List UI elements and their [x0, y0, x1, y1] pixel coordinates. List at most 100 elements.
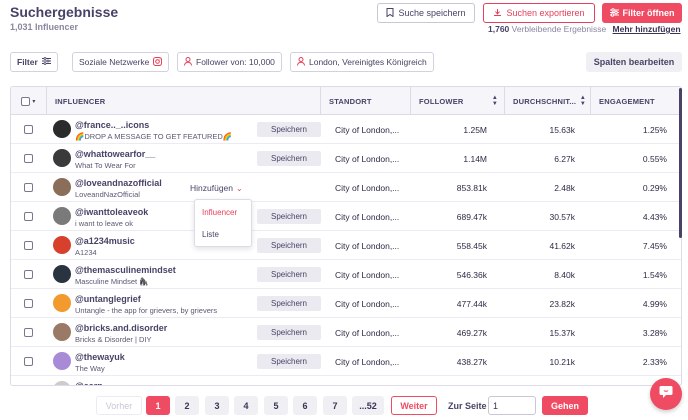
column-average[interactable]: DURCHSCHNIT... ▲ ▼: [505, 87, 591, 115]
avatar: [53, 294, 71, 312]
page-button-7[interactable]: 7: [323, 396, 347, 415]
column-engagement[interactable]: ENGAGEMENT: [591, 87, 681, 115]
table-row[interactable]: @a1234music A1234 Speichern City of London,…: [11, 231, 681, 260]
page-button-6[interactable]: 6: [293, 396, 317, 415]
column-followers[interactable]: FOLLOWER ▲ ▼: [411, 87, 505, 115]
chevron-down-icon: ⌄: [236, 183, 243, 193]
influencer-handle[interactable]: @iwanttoleaveok: [75, 207, 148, 217]
page-button-2[interactable]: 2: [175, 396, 199, 415]
row-checkbox[interactable]: [24, 231, 33, 260]
location-cell: City of London,...: [335, 153, 400, 164]
chat-button[interactable]: [650, 378, 682, 410]
chip-followers-from[interactable]: Follower von: 10,000: [177, 52, 282, 72]
influencer-handle[interactable]: @france.._..icons: [75, 120, 149, 130]
influencer-handle[interactable]: @whattowearfor__: [75, 149, 155, 159]
sort-icon: ▲ ▼: [579, 95, 586, 107]
add-to-dropdown-toggle[interactable]: Hinzufügen ⌄: [190, 181, 243, 195]
row-checkbox[interactable]: [24, 115, 33, 144]
influencer-handle[interactable]: @themasculinemindset: [75, 265, 176, 275]
average-cell: 15.63k: [549, 124, 575, 135]
edit-columns-button[interactable]: Spalten bearbeiten: [586, 52, 682, 72]
engagement-cell: 7.45%: [642, 240, 667, 251]
average-cell: 41.62k: [549, 240, 575, 251]
row-checkbox[interactable]: [24, 289, 33, 318]
save-influencer-button[interactable]: Speichern: [257, 209, 321, 224]
row-checkbox[interactable]: [24, 260, 33, 289]
influencer-name: Untangle - the app for grievers, by grie…: [75, 306, 218, 315]
average-cell: 23.82k: [549, 298, 575, 309]
chip-social-networks[interactable]: Soziale Netzwerke: [72, 52, 170, 72]
average-cell: 15.37k: [549, 327, 575, 338]
influencer-handle[interactable]: @untanglegrief: [75, 294, 141, 304]
sort-icon: ▲ ▼: [491, 95, 498, 107]
influencer-handle[interactable]: @thewayuk: [75, 352, 125, 362]
row-checkbox[interactable]: [24, 144, 33, 173]
save-influencer-button[interactable]: Speichern: [257, 151, 321, 166]
save-influencer-button[interactable]: Speichern: [257, 122, 321, 137]
table-row[interactable]: @loveandnazofficial LoveandNazOfficial Cit…: [11, 173, 681, 202]
followers-cell: 558.45k: [456, 240, 487, 251]
add-more-link[interactable]: Mehr hinzufügen: [613, 24, 681, 34]
chip-location[interactable]: London, Vereinigtes Königreich: [290, 52, 434, 72]
goto-page-input[interactable]: 1: [488, 396, 536, 415]
avatar: [53, 207, 71, 225]
page-button-1[interactable]: 1: [146, 396, 170, 415]
prev-page-button[interactable]: Vorher: [96, 396, 142, 415]
table-row[interactable]: @thewayuk The Way Speichern City of London,…: [11, 347, 681, 376]
avatar: [53, 352, 71, 370]
filter-button[interactable]: Filter: [10, 52, 58, 72]
goto-page-label: Zur Seite: [448, 401, 487, 411]
location-cell: City of London,...: [335, 182, 400, 193]
influencer-handle[interactable]: @bricks.and.disorder: [75, 323, 167, 333]
location-cell: City of London,...: [335, 269, 400, 280]
average-cell: 6.27k: [554, 153, 575, 164]
sliders-icon: [609, 7, 619, 19]
user-icon: [297, 56, 305, 68]
table-row[interactable]: @earn: [11, 376, 681, 385]
save-influencer-button[interactable]: Speichern: [257, 296, 321, 311]
save-influencer-button[interactable]: Speichern: [257, 267, 321, 282]
save-search-button[interactable]: Suche speichern: [377, 3, 475, 23]
export-search-button[interactable]: Suchen exportieren: [483, 3, 595, 23]
save-influencer-button[interactable]: Speichern: [257, 238, 321, 253]
page-button-5[interactable]: 5: [264, 396, 288, 415]
engagement-cell: 2.33%: [642, 356, 667, 367]
table-row[interactable]: @bricks.and.disorder Bricks & Disorder | …: [11, 318, 681, 347]
go-button[interactable]: Gehen: [542, 396, 588, 415]
followers-cell: 1.25M: [463, 124, 487, 135]
table-row[interactable]: @whattowearfor__ What To Wear For Speicher…: [11, 144, 681, 173]
dropdown-option-influencer[interactable]: Influencer: [202, 208, 237, 217]
open-filter-button[interactable]: Filter öffnen: [602, 3, 682, 23]
table-row[interactable]: @france.._..icons 🌈DROP A MESSAGE TO GET …: [11, 115, 681, 144]
table-row[interactable]: @themasculinemindset Masculine Mindset 🦍 S…: [11, 260, 681, 289]
instagram-icon: [153, 56, 163, 68]
column-influencer[interactable]: INFLUENCER: [47, 87, 321, 115]
save-influencer-button[interactable]: Speichern: [257, 354, 321, 369]
influencer-handle[interactable]: @earn: [75, 381, 103, 385]
table-row[interactable]: @untanglegrief Untangle - the app for gri…: [11, 289, 681, 318]
dropdown-option-list[interactable]: Liste: [202, 230, 219, 239]
influencer-handle[interactable]: @loveandnazofficial: [75, 178, 162, 188]
followers-cell: 438.27k: [456, 356, 487, 367]
save-influencer-button[interactable]: Speichern: [257, 325, 321, 340]
page-button-4[interactable]: 4: [234, 396, 258, 415]
sliders-icon: [41, 57, 51, 67]
table-row[interactable]: @iwanttoleaveok i want to leave ok Speiche…: [11, 202, 681, 231]
location-cell: City of London,...: [335, 327, 400, 338]
column-location[interactable]: STANDORT: [321, 87, 411, 115]
select-all-checkbox[interactable]: ▾: [11, 87, 47, 115]
row-checkbox[interactable]: [24, 173, 33, 202]
page-button-3[interactable]: 3: [205, 396, 229, 415]
next-page-button[interactable]: Weiter: [391, 396, 437, 415]
influencer-handle[interactable]: @a1234music: [75, 236, 135, 246]
row-checkbox[interactable]: [24, 318, 33, 347]
table-scrollbar[interactable]: [679, 88, 682, 238]
avatar: [53, 178, 71, 196]
row-checkbox[interactable]: [24, 347, 33, 376]
page-button-8[interactable]: ...52: [352, 396, 384, 415]
row-checkbox[interactable]: [24, 202, 33, 231]
avatar: [53, 323, 71, 341]
avatar: [53, 120, 71, 138]
row-checkbox[interactable]: [24, 376, 33, 385]
engagement-cell: 0.55%: [642, 153, 667, 164]
